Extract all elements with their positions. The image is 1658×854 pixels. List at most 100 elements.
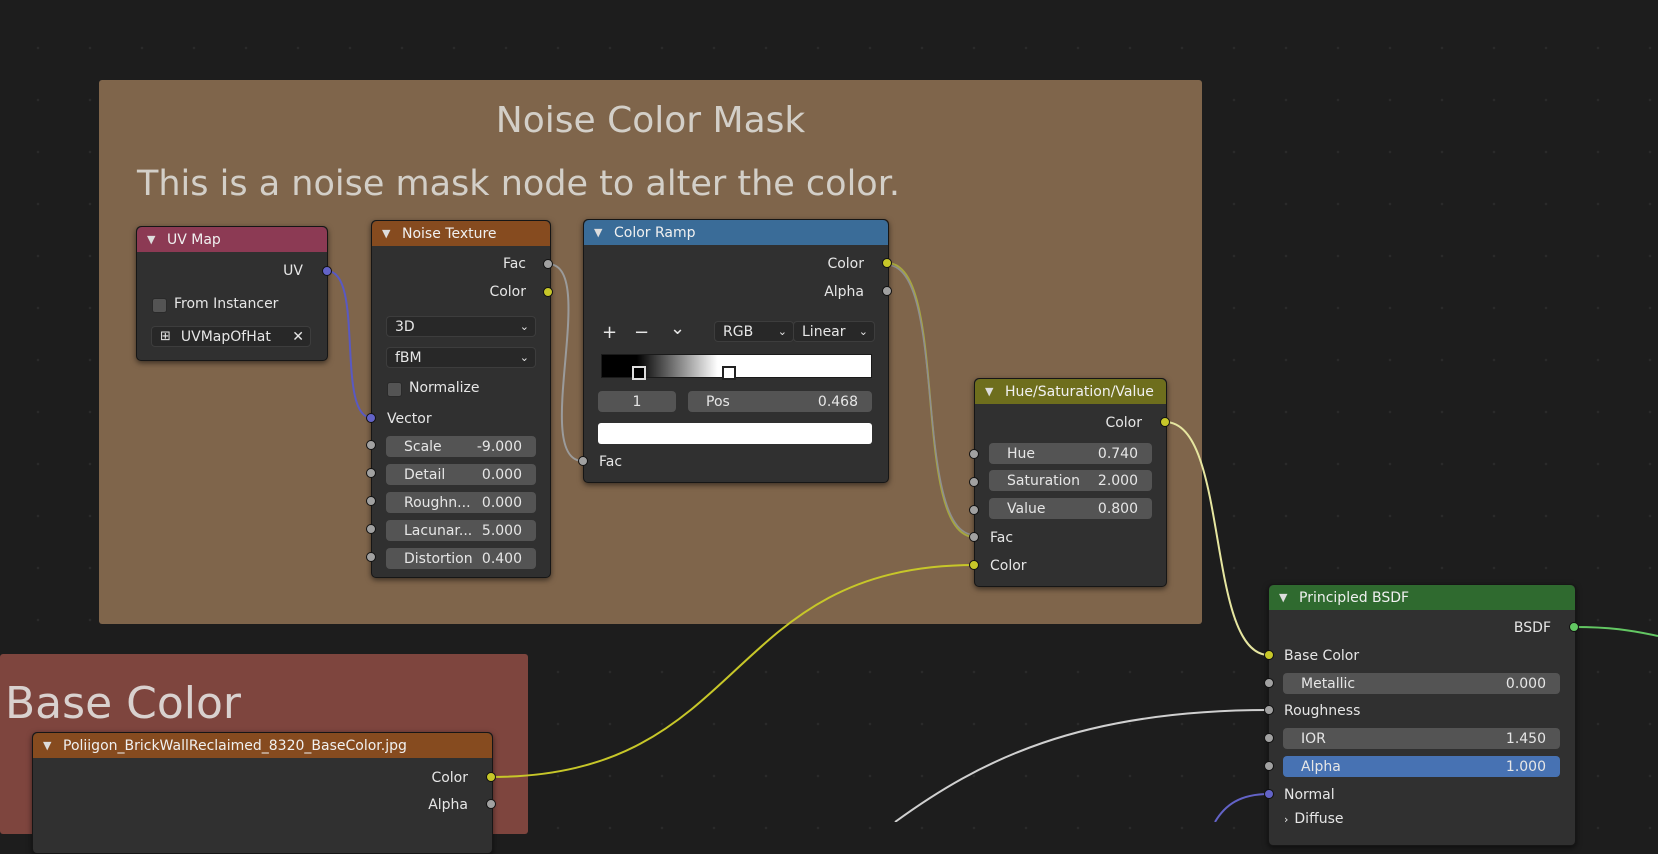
metallic-field[interactable]: Metallic 0.000 xyxy=(1283,673,1560,694)
socket-base-color-input[interactable] xyxy=(1264,650,1274,660)
socket-ramp-fac-input[interactable] xyxy=(578,456,588,466)
color-mode-dropdown[interactable]: RGB ⌄ xyxy=(714,321,794,342)
distortion-field[interactable]: Distortion 0.400 xyxy=(386,548,536,569)
link-roughness xyxy=(894,709,1270,822)
socket-roughness-input[interactable] xyxy=(1264,705,1274,715)
stop-index-field[interactable]: 1 xyxy=(598,391,676,412)
dropdown-value: fBM xyxy=(395,349,422,366)
socket-fac-output[interactable] xyxy=(543,259,553,269)
socket-alpha-input[interactable] xyxy=(1264,761,1274,771)
remove-stop-button[interactable]: − xyxy=(634,322,649,343)
input-fac: Fac xyxy=(584,451,888,473)
node-header[interactable]: ▼ Principled BSDF xyxy=(1269,585,1575,610)
socket-scale-input[interactable] xyxy=(366,440,376,450)
field-value: 1 xyxy=(632,393,642,410)
chevron-down-icon[interactable]: ▼ xyxy=(1279,591,1293,604)
scale-field[interactable]: Scale -9.000 xyxy=(386,436,536,457)
socket-vector-input[interactable] xyxy=(366,413,376,423)
link-fac-fac xyxy=(547,263,584,462)
noise-type-dropdown[interactable]: fBM ⌄ xyxy=(386,347,536,368)
socket-hsv-color-input[interactable] xyxy=(969,560,979,570)
socket-detail-input[interactable] xyxy=(366,468,376,478)
field-value: 0.468 xyxy=(817,393,858,410)
add-stop-button[interactable]: + xyxy=(602,322,617,343)
socket-hue-input[interactable] xyxy=(969,449,979,459)
socket-ramp-color-output[interactable] xyxy=(882,258,892,268)
field-label: IOR xyxy=(1301,730,1326,747)
socket-label: Fac xyxy=(502,256,526,272)
input-normal: Normal xyxy=(1269,784,1575,806)
socket-roughness-input[interactable] xyxy=(366,496,376,506)
saturation-field[interactable]: Saturation 2.000 xyxy=(989,470,1152,491)
stop-position-field[interactable]: Pos 0.468 xyxy=(688,391,872,412)
chevron-down-icon: ⌄ xyxy=(519,351,529,364)
socket-hsv-fac-input[interactable] xyxy=(969,532,979,542)
node-header[interactable]: ▼ Poliigon_BrickWallReclaimed_8320_BaseC… xyxy=(33,733,492,758)
chevron-down-icon[interactable]: ▼ xyxy=(382,227,396,240)
node-header[interactable]: ▼ Hue/Saturation/Value xyxy=(975,379,1166,404)
socket-distortion-input[interactable] xyxy=(366,552,376,562)
field-label: Pos xyxy=(706,393,730,410)
roughness-field[interactable]: Roughn... 0.000 xyxy=(386,492,536,513)
chevron-down-icon[interactable]: ▼ xyxy=(43,739,57,752)
interpolation-dropdown[interactable]: Linear ⌄ xyxy=(793,321,875,342)
input-roughness: Roughness xyxy=(1269,700,1575,722)
link-uv-vector xyxy=(326,270,373,419)
from-instancer-checkbox[interactable] xyxy=(152,298,167,313)
close-icon[interactable]: ✕ xyxy=(292,329,304,345)
output-alpha: Alpha xyxy=(584,281,888,303)
node-header[interactable]: ▼ UV Map xyxy=(137,227,327,252)
detail-field[interactable]: Detail 0.000 xyxy=(386,464,536,485)
value-field[interactable]: Value 0.800 xyxy=(989,498,1152,519)
image-texture-node[interactable]: ▼ Poliigon_BrickWallReclaimed_8320_BaseC… xyxy=(32,732,493,854)
field-label: Distortion xyxy=(404,550,473,567)
socket-image-color-output[interactable] xyxy=(486,772,496,782)
field-value: 0.000 xyxy=(481,466,522,483)
link-image-hsv-color xyxy=(490,564,976,778)
uv-map-node[interactable]: ▼ UV Map UV From Instancer ⊞ UVMapOfHat … xyxy=(136,226,328,361)
link-normal xyxy=(1214,793,1270,822)
dropdown-value: 3D xyxy=(395,318,415,335)
dropdown-value: Linear xyxy=(802,323,846,340)
normalize-checkbox[interactable] xyxy=(387,382,402,397)
socket-normal-input[interactable] xyxy=(1264,789,1274,799)
stop-color-swatch[interactable] xyxy=(598,423,872,444)
socket-image-alpha-output[interactable] xyxy=(486,799,496,809)
socket-saturation-input[interactable] xyxy=(969,477,979,487)
uv-map-field[interactable]: ⊞ UVMapOfHat ✕ xyxy=(151,326,311,347)
diffuse-panel-toggle[interactable]: › Diffuse xyxy=(1269,808,1575,830)
chevron-down-icon[interactable]: ▼ xyxy=(985,385,999,398)
dimensions-dropdown[interactable]: 3D ⌄ xyxy=(386,316,536,337)
hue-field[interactable]: Hue 0.740 xyxy=(989,443,1152,464)
hue-saturation-value-node[interactable]: ▼ Hue/Saturation/Value Color Hue 0.740 S… xyxy=(974,378,1167,587)
socket-hsv-color-output[interactable] xyxy=(1160,417,1170,427)
ior-field[interactable]: IOR 1.450 xyxy=(1283,728,1560,749)
field-value: -9.000 xyxy=(476,438,522,455)
alpha-field[interactable]: Alpha 1.000 xyxy=(1283,756,1560,777)
field-label: Saturation xyxy=(1007,472,1080,489)
lacunarity-field[interactable]: Lacunar... 5.000 xyxy=(386,520,536,541)
node-header[interactable]: ▼ Color Ramp xyxy=(584,220,888,245)
color-ramp-node[interactable]: ▼ Color Ramp Color Alpha + − ⌄ RGB ⌄ Lin… xyxy=(583,219,889,483)
socket-color-output[interactable] xyxy=(543,287,553,297)
ramp-stop-black[interactable] xyxy=(632,366,646,380)
noise-texture-node[interactable]: ▼ Noise Texture Fac Color 3D ⌄ fBM ⌄ Nor… xyxy=(371,220,551,578)
socket-value-input[interactable] xyxy=(969,505,979,515)
ramp-menu-button[interactable]: ⌄ xyxy=(670,318,685,339)
socket-lacunarity-input[interactable] xyxy=(366,524,376,534)
chevron-down-icon: ⌄ xyxy=(519,320,529,333)
socket-metallic-input[interactable] xyxy=(1264,678,1274,688)
principled-bsdf-node[interactable]: ▼ Principled BSDF BSDF Base Color Metall… xyxy=(1268,584,1576,846)
output-color: Color xyxy=(975,412,1166,434)
ramp-stop-white[interactable] xyxy=(722,366,736,380)
socket-bsdf-output[interactable] xyxy=(1569,622,1579,632)
node-header[interactable]: ▼ Noise Texture xyxy=(372,221,550,246)
socket-ramp-alpha-output[interactable] xyxy=(882,286,892,296)
output-color: Color xyxy=(372,281,550,303)
output-uv: UV xyxy=(137,260,327,282)
field-value: 0.400 xyxy=(481,550,522,567)
chevron-down-icon[interactable]: ▼ xyxy=(147,233,161,246)
socket-uv-output[interactable] xyxy=(322,266,332,276)
chevron-down-icon[interactable]: ▼ xyxy=(594,226,608,239)
socket-ior-input[interactable] xyxy=(1264,733,1274,743)
